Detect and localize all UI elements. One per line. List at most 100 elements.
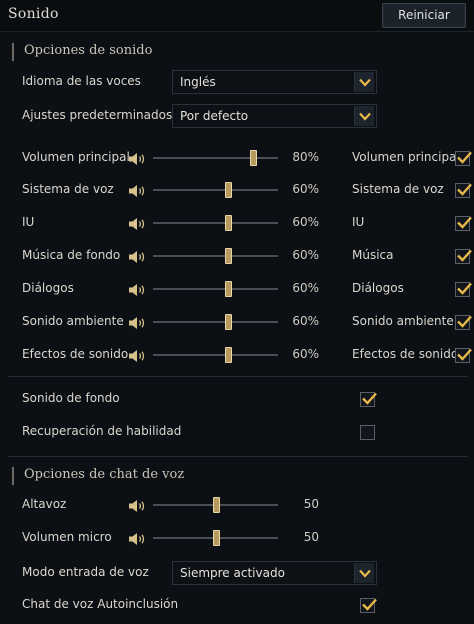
iu-value: 60%: [292, 215, 319, 229]
slider-track: [153, 157, 278, 159]
volumen-principal-toggle-label: Volumen principal: [352, 150, 460, 164]
voice-language-label: Idioma de las voces: [22, 74, 141, 88]
checkmark-icon: [457, 151, 472, 164]
sonido-ambiente-toggle-label: Sonido ambiente: [352, 314, 454, 328]
slider-handle[interactable]: [225, 281, 232, 297]
sonido-ambiente-value: 60%: [292, 314, 319, 328]
slider-handle[interactable]: [225, 314, 232, 330]
voice-language-dropdown[interactable]: Inglés: [172, 70, 377, 94]
speaker-icon: [128, 348, 146, 362]
speaker-icon: [128, 315, 146, 329]
voice-language-value: Inglés: [180, 75, 216, 89]
iu-toggle-label: IU: [352, 215, 365, 229]
speaker-icon: [128, 183, 146, 197]
sistema-de-voz-checkbox[interactable]: [455, 183, 472, 198]
speaker-icon: [128, 531, 146, 545]
slider-handle[interactable]: [213, 497, 220, 513]
input-mode-label: Modo entrada de voz: [22, 565, 149, 579]
input-mode-value: Siempre activado: [180, 566, 285, 580]
efectos-de-sonido-checkbox[interactable]: [455, 348, 472, 363]
musica-de-fondo-toggle-label: Música: [352, 248, 394, 262]
checkmark-icon: [457, 282, 472, 295]
musica-de-fondo-value: 60%: [292, 248, 319, 262]
sistema-de-voz-value: 60%: [292, 182, 319, 196]
skill-recovery-checkbox[interactable]: [360, 425, 375, 440]
speaker-icon: [128, 151, 146, 165]
iu-checkbox[interactable]: [455, 216, 472, 231]
mic-volume-label: Volumen micro: [22, 530, 112, 544]
sonido-ambiente-checkbox[interactable]: [455, 315, 472, 330]
slider-track: [153, 255, 278, 257]
presets-dropdown[interactable]: Por defecto: [172, 104, 377, 128]
sistema-de-voz-slider[interactable]: [153, 182, 278, 198]
slider-track: [153, 321, 278, 323]
chevron-down-icon: [354, 106, 374, 126]
auto-join-checkbox[interactable]: [360, 598, 377, 613]
page-title: Sonido: [8, 6, 59, 22]
divider: [8, 376, 468, 377]
chevron-down-icon: [354, 72, 374, 92]
dialogos-label: Diálogos: [22, 281, 74, 295]
slider-track: [153, 354, 278, 356]
slider-handle[interactable]: [213, 530, 220, 546]
reset-button[interactable]: Reiniciar: [382, 3, 466, 28]
slider-track: [153, 288, 278, 290]
efectos-de-sonido-toggle-label: Efectos de sonido: [352, 347, 459, 361]
speaker-icon: [128, 498, 146, 512]
checkmark-icon: [457, 348, 472, 361]
sistema-de-voz-label: Sistema de voz: [22, 182, 114, 196]
musica-de-fondo-checkbox[interactable]: [455, 249, 472, 264]
efectos-de-sonido-slider[interactable]: [153, 347, 278, 363]
speaker-volume-value: 50: [303, 497, 319, 511]
checkmark-icon: [362, 598, 377, 611]
speaker-volume-label: Altavoz: [22, 497, 67, 511]
sonido-ambiente-label: Sonido ambiente: [22, 314, 124, 328]
iu-slider[interactable]: [153, 215, 278, 231]
iu-label: IU: [22, 215, 35, 229]
slider-handle[interactable]: [250, 150, 257, 166]
dialogos-checkbox[interactable]: [455, 282, 472, 297]
volumen-principal-label: Volumen principal: [22, 150, 130, 164]
checkmark-icon: [457, 183, 472, 196]
efectos-de-sonido-value: 60%: [292, 347, 319, 361]
checkmark-icon: [457, 315, 472, 328]
speaker-icon: [128, 249, 146, 263]
presets-label: Ajustes predeterminados: [22, 108, 173, 122]
musica-de-fondo-slider[interactable]: [153, 248, 278, 264]
skill-recovery-label: Recuperación de habilidad: [22, 424, 182, 438]
presets-value: Por defecto: [180, 109, 249, 123]
background-sound-checkbox[interactable]: [360, 392, 377, 407]
checkmark-icon: [457, 216, 472, 229]
dialogos-toggle-label: Diálogos: [352, 281, 404, 295]
checkmark-icon: [457, 249, 472, 262]
volumen-principal-slider[interactable]: [153, 150, 278, 166]
voice-chat-options-title: Opciones de chat de voz: [12, 467, 184, 485]
auto-join-label: Chat de voz Autoinclusión: [22, 597, 179, 611]
musica-de-fondo-label: Música de fondo: [22, 248, 121, 262]
sonido-ambiente-slider[interactable]: [153, 314, 278, 330]
checkmark-icon: [362, 392, 377, 405]
speaker-volume-slider[interactable]: [153, 497, 278, 513]
dialogos-value: 60%: [292, 281, 319, 295]
volumen-principal-checkbox[interactable]: [455, 151, 472, 166]
mic-volume-value: 50: [303, 530, 319, 544]
slider-track: [153, 222, 278, 224]
slider-handle[interactable]: [225, 248, 232, 264]
efectos-de-sonido-label: Efectos de sonido: [22, 347, 129, 361]
divider: [8, 456, 468, 457]
input-mode-dropdown[interactable]: Siempre activado: [172, 561, 377, 585]
settings-header: Sonido Reiniciar: [0, 0, 474, 32]
slider-handle[interactable]: [225, 215, 232, 231]
sistema-de-voz-toggle-label: Sistema de voz: [352, 182, 444, 196]
slider-handle[interactable]: [225, 347, 232, 363]
slider-handle[interactable]: [225, 182, 232, 198]
speaker-icon: [128, 216, 146, 230]
mic-volume-slider[interactable]: [153, 530, 278, 546]
speaker-icon: [128, 282, 146, 296]
sound-options-title: Opciones de sonido: [12, 43, 152, 61]
chevron-down-icon: [354, 563, 374, 583]
slider-track: [153, 189, 278, 191]
dialogos-slider[interactable]: [153, 281, 278, 297]
background-sound-label: Sonido de fondo: [22, 391, 120, 405]
volumen-principal-value: 80%: [292, 150, 319, 164]
